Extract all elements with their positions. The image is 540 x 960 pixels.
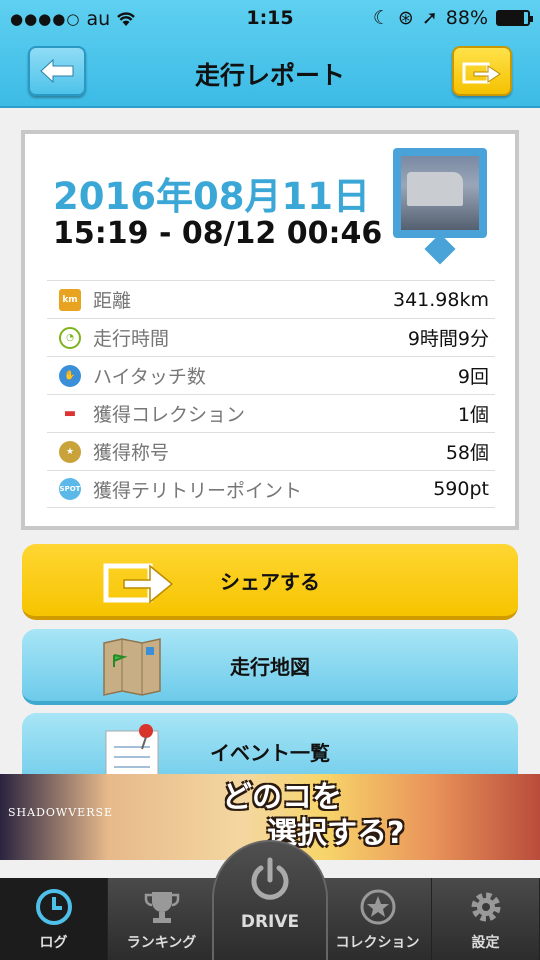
stat-row-distance: km 距離 341.98km bbox=[47, 280, 495, 318]
report-card: 2016年08月11日 15:19 - 08/12 00:46 km 距離 34… bbox=[21, 130, 519, 530]
tab-settings-label: 設定 bbox=[471, 935, 500, 951]
drive-button-label: DRIVE bbox=[240, 912, 300, 932]
share-icon bbox=[462, 62, 501, 84]
battery-icon bbox=[496, 10, 533, 26]
tab-collection-label: コレクション bbox=[335, 935, 420, 951]
clock-icon bbox=[35, 888, 73, 926]
tab-ranking[interactable]: ランキング bbox=[108, 878, 216, 960]
share-icon bbox=[103, 563, 174, 604]
stat-label: 獲得称号 bbox=[93, 442, 170, 464]
power-icon bbox=[251, 857, 289, 900]
trophy-icon bbox=[143, 888, 181, 926]
ad-headline-line1: どのコを bbox=[222, 780, 342, 815]
tab-collection[interactable]: コレクション bbox=[324, 878, 432, 960]
clock-icon: ◔ bbox=[59, 326, 81, 349]
share-button-label: シェアする bbox=[220, 569, 320, 594]
drive-button[interactable]: DRIVE bbox=[212, 840, 328, 960]
stat-row-drive-time: ◔ 走行時間 9時間9分 bbox=[47, 318, 495, 356]
report-time-range: 15:19 - 08/12 00:46 bbox=[53, 216, 383, 251]
stats-list: km 距離 341.98km ◔ 走行時間 9時間9分 ✋ ハイタッチ数 9回 … bbox=[47, 280, 495, 508]
car-photo-image bbox=[401, 156, 479, 230]
stat-value: 9時間9分 bbox=[407, 328, 489, 350]
stat-value: 9回 bbox=[457, 366, 489, 388]
stat-label: ハイタッチ数 bbox=[93, 366, 206, 388]
ad-logo: SHADOWVERSE bbox=[8, 806, 114, 819]
stat-row-high-touch: ✋ ハイタッチ数 9回 bbox=[47, 356, 495, 394]
gear-icon bbox=[467, 888, 505, 926]
location-icon: ➚ bbox=[421, 7, 438, 29]
battery-percent: 88% bbox=[445, 7, 488, 29]
stat-value: 58個 bbox=[445, 442, 489, 464]
battery-fill bbox=[498, 12, 525, 24]
hand-icon: ✋ bbox=[59, 364, 81, 387]
drive-map-button-label: 走行地図 bbox=[230, 654, 310, 679]
moon-icon: ☾ bbox=[372, 7, 390, 29]
share-button[interactable]: シェアする bbox=[22, 544, 518, 620]
stat-label: 距離 bbox=[93, 290, 132, 312]
lock-rotation-icon: ⊛ bbox=[397, 7, 414, 29]
status-bar: ●●●●○ au 1:15 ☾ ⊛ ➚ 88% bbox=[0, 0, 540, 38]
car-icon: ▬ bbox=[59, 402, 81, 425]
stat-row-collection: ▬ 獲得コレクション 1個 bbox=[47, 394, 495, 432]
tab-log-label: ログ bbox=[39, 935, 68, 951]
spot-icon: SPOT bbox=[59, 478, 81, 500]
tab-log[interactable]: ログ bbox=[0, 878, 108, 960]
map-icon bbox=[103, 638, 161, 696]
stat-row-titles: ★ 獲得称号 58個 bbox=[47, 432, 495, 470]
stat-value: 590pt bbox=[433, 478, 489, 500]
km-icon: km bbox=[59, 288, 81, 311]
star-icon bbox=[359, 888, 397, 926]
stat-value: 1個 bbox=[457, 404, 489, 426]
report-date: 2016年08月11日 bbox=[53, 175, 370, 218]
stat-label: 走行時間 bbox=[93, 328, 170, 350]
stat-value: 341.98km bbox=[393, 288, 489, 311]
tab-ranking-label: ランキング bbox=[126, 935, 197, 951]
ad-headline: どのコを 選択する? bbox=[222, 780, 404, 852]
tab-settings[interactable]: 設定 bbox=[432, 878, 540, 960]
stat-row-territory: SPOT 獲得テリトリーポイント 590pt bbox=[47, 470, 495, 508]
photo-pin-tail bbox=[424, 233, 456, 265]
car-photo[interactable] bbox=[393, 148, 487, 238]
drive-map-button[interactable]: 走行地図 bbox=[22, 629, 518, 705]
share-top-button[interactable] bbox=[452, 46, 512, 96]
stat-label: 獲得コレクション bbox=[93, 404, 246, 426]
stat-label: 獲得テリトリーポイント bbox=[93, 479, 303, 502]
medal-icon: ★ bbox=[59, 440, 81, 463]
app-header: ●●●●○ au 1:15 ☾ ⊛ ➚ 88% 走行レポート bbox=[0, 0, 540, 108]
event-list-button-label: イベント一覧 bbox=[210, 740, 330, 765]
